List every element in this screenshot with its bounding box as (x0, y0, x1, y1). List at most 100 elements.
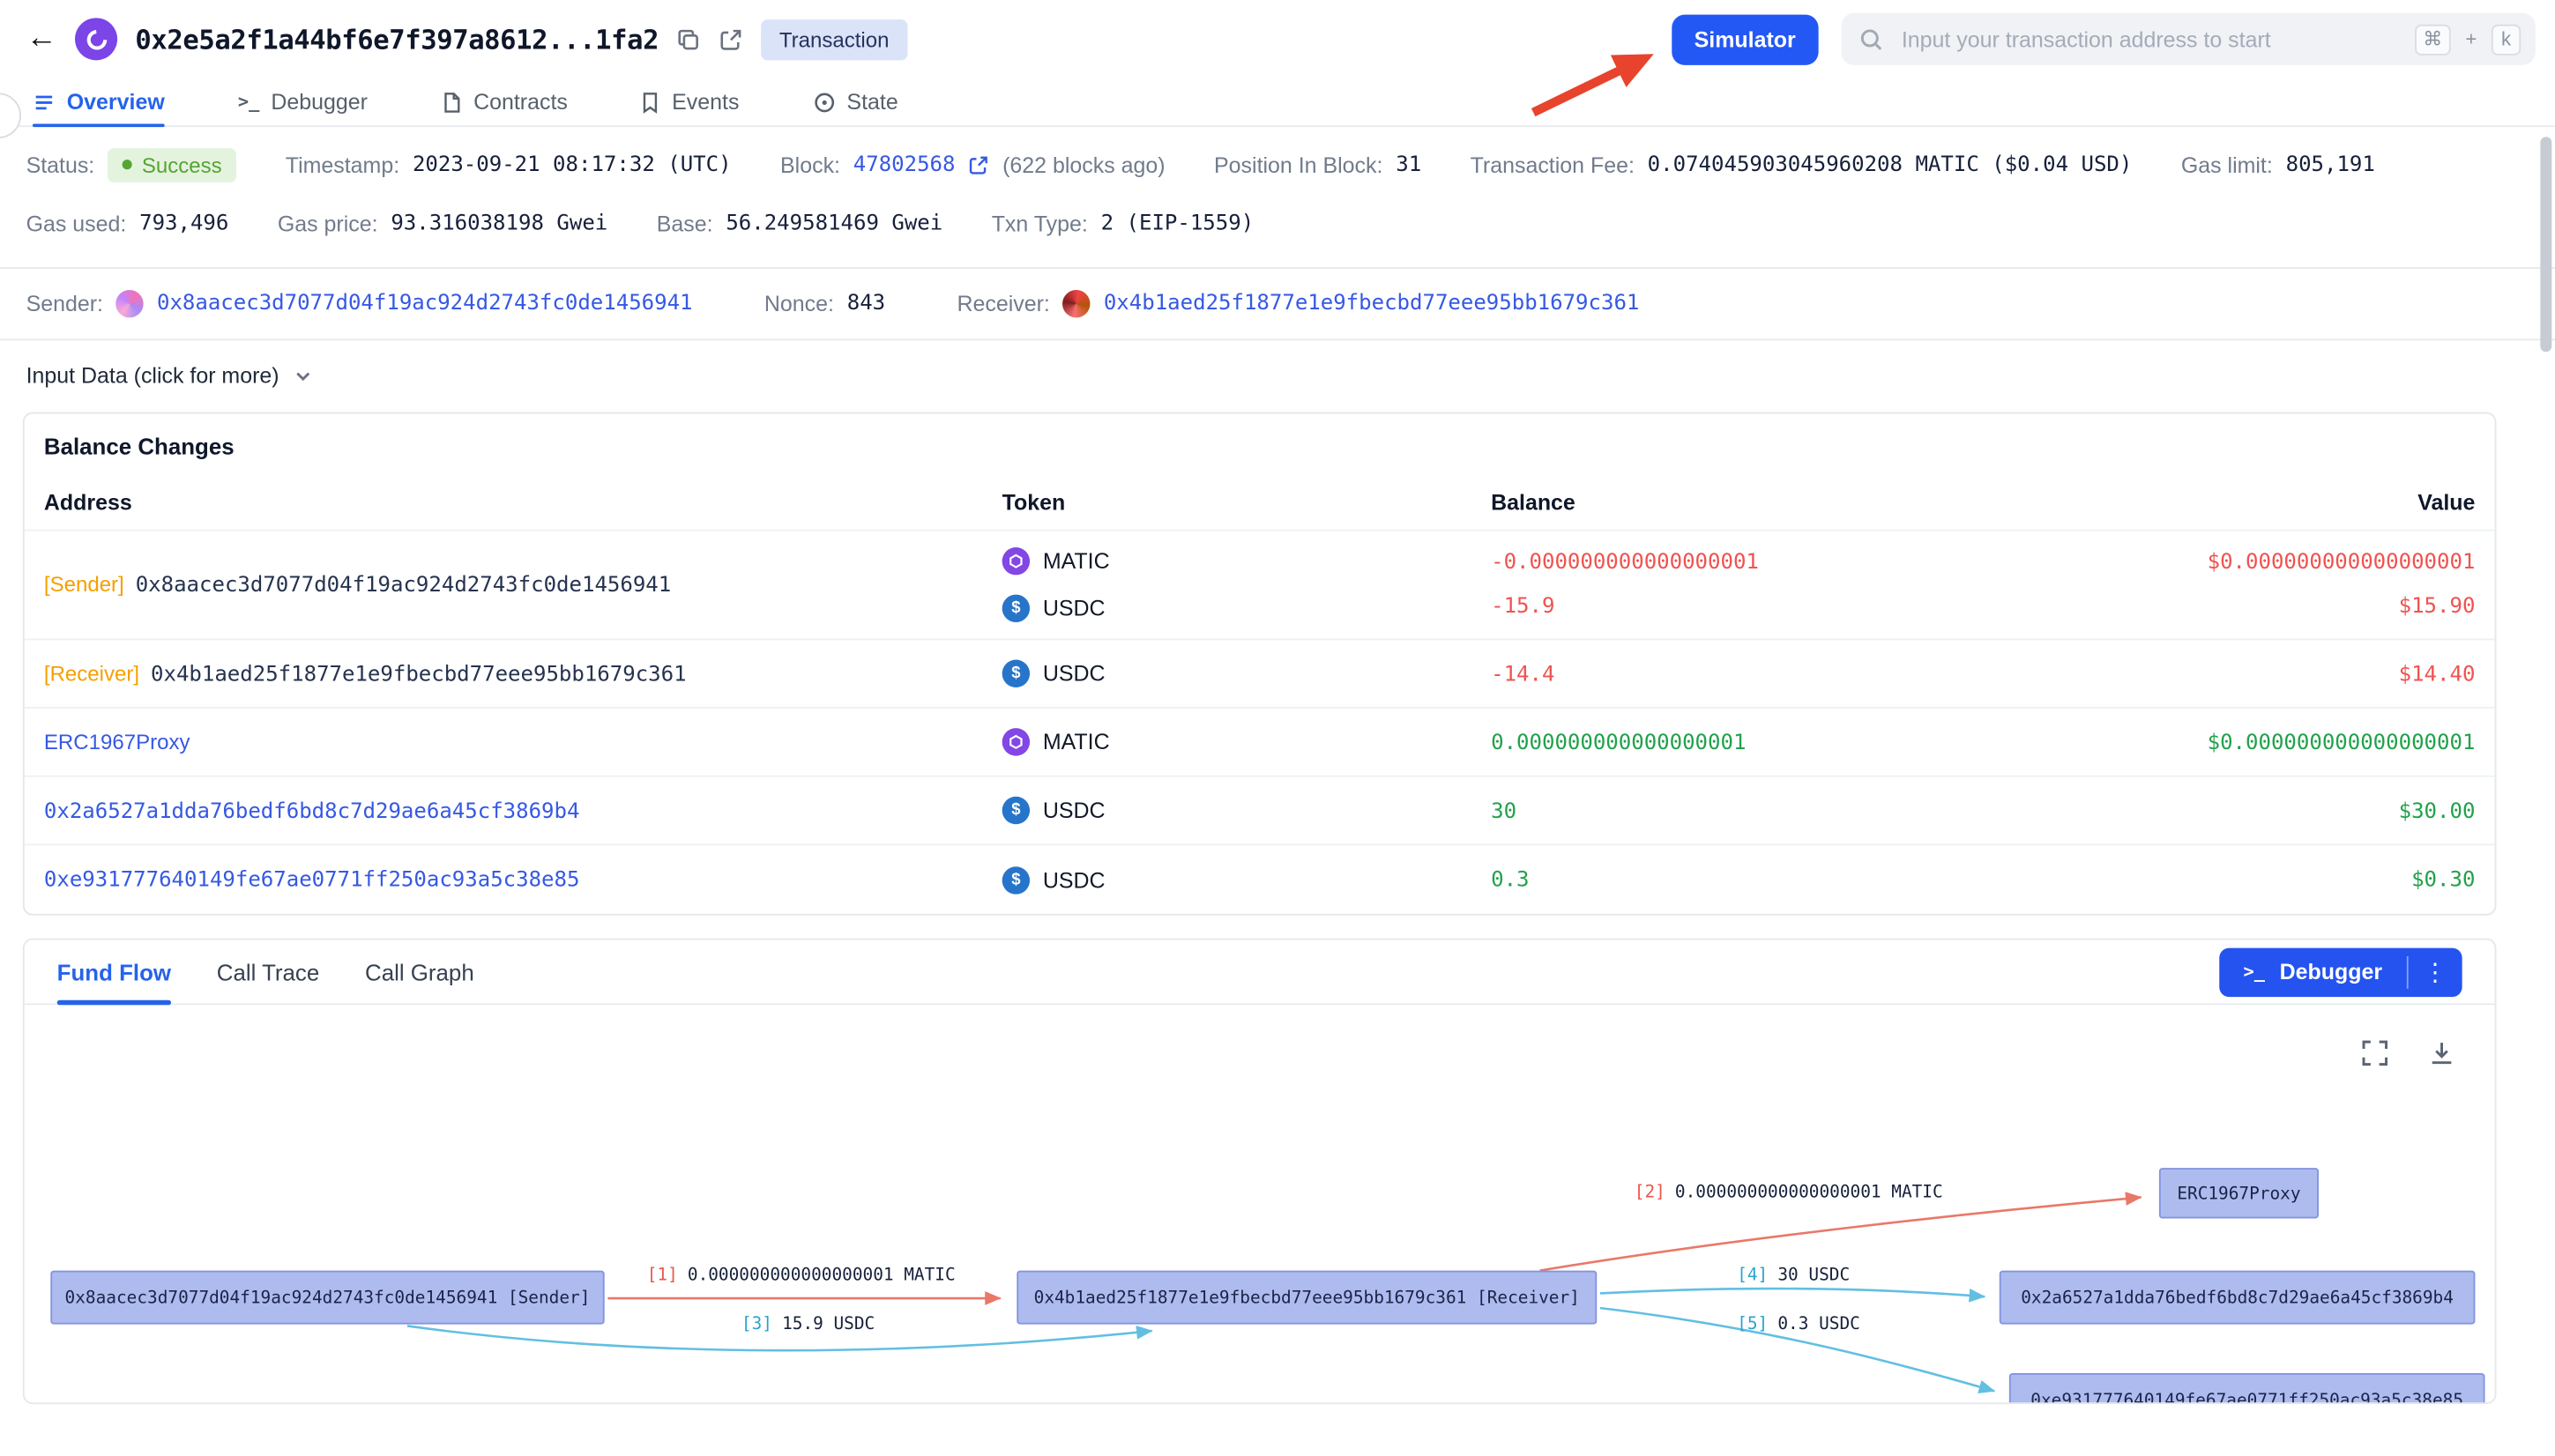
copy-icon[interactable] (676, 26, 701, 51)
fund-flow-graph[interactable]: 0x8aacec3d7077d04f19ac924d2743fc0de14569… (25, 1005, 2495, 1402)
address-link[interactable]: 0xe931777640149fe67ae0771ff250ac93a5c38e… (44, 868, 580, 893)
state-circle-icon (813, 91, 836, 114)
balance-changes-card: Balance Changes Address Token Balance Va… (23, 412, 2497, 916)
txn-type-value: 2 (EIP-1559) (1101, 211, 1255, 235)
input-data-toggle[interactable]: Input Data (click for more) (0, 340, 2555, 412)
tab-state[interactable]: State (813, 78, 898, 126)
matic-token-icon (1002, 547, 1030, 575)
sender-receiver-row: Sender: 0x8aacec3d7077d04f19ac924d2743fc… (0, 269, 2555, 340)
usd-value: $30.00 (2399, 799, 2476, 824)
token-name: USDC (1043, 867, 1106, 892)
sender-address-link[interactable]: 0x8aacec3d7077d04f19ac924d2743fc0de14569… (157, 292, 693, 316)
block-number-link[interactable]: 47802568 (853, 152, 956, 177)
usd-value: $0.30 (2411, 868, 2475, 893)
token-name: USDC (1043, 661, 1106, 686)
col-header-address: Address (44, 490, 1002, 515)
usd-value: $14.40 (2399, 662, 2476, 687)
table-row: [Sender] 0x8aacec3d7077d04f19ac924d2743fc… (25, 531, 2495, 641)
position-value: 31 (1396, 152, 1421, 177)
graph-node-erc1967proxy[interactable]: ERC1967Proxy (2159, 1168, 2319, 1218)
table-row: 0xe931777640149fe67ae0771ff250ac93a5c38e… (25, 845, 2495, 914)
search-bar[interactable]: ⌘ + k (1841, 13, 2535, 65)
overview-icon (33, 91, 56, 114)
balance-change: 0.000000000000000001 (1491, 731, 1746, 755)
token-name: MATIC (1043, 730, 1110, 754)
contract-name-link[interactable]: ERC1967Proxy (44, 730, 190, 754)
balance-changes-header-row: Address Token Balance Value (25, 476, 2495, 531)
block-label: Block: (780, 152, 840, 177)
token-name: USDC (1043, 799, 1106, 823)
usd-value: $15.90 (1980, 595, 2476, 620)
tab-overview-label: Overview (67, 90, 165, 115)
base-fee-value: 56.249581469 Gwei (726, 211, 942, 235)
table-row: [Receiver] 0x4b1aed25f1877e1e9fbecbd77eee… (25, 640, 2495, 709)
tab-events[interactable]: Events (641, 78, 739, 126)
back-icon[interactable]: ← (26, 21, 57, 57)
transaction-type-badge: Transaction (762, 19, 907, 59)
kebab-menu-icon[interactable]: ⋮ (2409, 947, 2462, 996)
fee-label: Transaction Fee: (1471, 152, 1635, 177)
balance-change: -15.9 (1491, 595, 1979, 620)
debugger-split-button[interactable]: >_Debugger ⋮ (2219, 947, 2462, 996)
usdc-token-icon: $ (1002, 797, 1030, 824)
graph-node-0x2a6527[interactable]: 0x2a6527a1dda76bedf6bd8c7d29ae6a45cf3869… (2000, 1271, 2476, 1325)
search-input[interactable] (1898, 26, 2400, 53)
gas-price-value: 93.316038198 Gwei (391, 211, 607, 235)
gas-price-label: Gas price: (278, 211, 378, 235)
terminal-icon: >_ (2243, 961, 2264, 982)
address-role-tag: [Receiver] (44, 660, 139, 685)
simulator-button[interactable]: Simulator (1672, 14, 1819, 64)
address-role-tag: [Sender] (44, 572, 124, 597)
gas-limit-value: 805,191 (2286, 152, 2375, 177)
graph-node-sender[interactable]: 0x8aacec3d7077d04f19ac924d2743fc0de14569… (50, 1271, 604, 1325)
balance-change: -14.4 (1491, 662, 1554, 687)
tab-contracts[interactable]: Contracts (441, 78, 568, 126)
receiver-address-link[interactable]: 0x4b1aed25f1877e1e9fbecbd77eee95bb1679c3… (1104, 292, 1640, 316)
external-link-icon[interactable] (719, 26, 743, 51)
fund-flow-card: Fund Flow Call Trace Call Graph >_Debugg… (23, 939, 2497, 1405)
address-text[interactable]: 0x8aacec3d7077d04f19ac924d2743fc0de14569… (136, 574, 672, 598)
app-logo (75, 18, 117, 60)
address-text[interactable]: 0x4b1aed25f1877e1e9fbecbd77eee95bb1679c3… (151, 662, 687, 687)
graph-node-receiver[interactable]: 0x4b1aed25f1877e1e9fbecbd77eee95bb1679c3… (1017, 1271, 1597, 1325)
edge-label-1: [1]0.000000000000000001 MATIC (647, 1266, 956, 1285)
status-badge: Success (108, 147, 236, 182)
download-icon[interactable] (2428, 1039, 2455, 1066)
table-row: 0x2a6527a1dda76bedf6bd8c7d29ae6a45cf3869… (25, 777, 2495, 846)
edge-label-4: [4]30 USDC (1737, 1266, 1850, 1285)
shortcut-cmd-key: ⌘ (2415, 24, 2451, 55)
tab-overview[interactable]: Overview (33, 78, 165, 126)
terminal-icon: >_ (238, 91, 259, 112)
address-link[interactable]: 0x2a6527a1dda76bedf6bd8c7d29ae6a45cf3869… (44, 799, 580, 824)
balance-changes-title: Balance Changes (25, 413, 2495, 475)
edge-2-matic-transfer (1540, 1197, 2142, 1270)
tab-call-trace[interactable]: Call Trace (217, 940, 319, 1003)
fee-value: 0.074045903045960208 MATIC ($0.04 USD) (1648, 152, 2133, 177)
fullscreen-icon[interactable] (2361, 1039, 2388, 1066)
position-label: Position In Block: (1214, 152, 1382, 177)
status-value: Success (142, 152, 222, 177)
bookmark-icon (641, 91, 660, 114)
graph-node-0xe93177[interactable]: 0xe931777640149fe67ae0771ff250ac93a5c38e… (2009, 1373, 2485, 1402)
receiver-avatar (1063, 290, 1091, 317)
timestamp-label: Timestamp: (286, 152, 399, 177)
timestamp-value: 2023-09-21 08:17:32 (UTC) (413, 152, 732, 177)
balance-change: -0.000000000000000001 (1491, 551, 1979, 576)
col-header-token: Token (1002, 490, 1491, 515)
nonce-label: Nonce: (764, 292, 834, 316)
usd-value: $0.000000000000000001 (1980, 551, 2476, 576)
gas-used-value: 793,496 (139, 211, 228, 235)
transaction-details: Status: Success Timestamp: 2023-09-21 08… (0, 127, 2555, 269)
tab-call-graph[interactable]: Call Graph (365, 940, 474, 1003)
status-dot (123, 160, 132, 169)
contract-file-icon (441, 91, 462, 114)
fund-flow-tab-bar: Fund Flow Call Trace Call Graph >_Debugg… (25, 940, 2495, 1005)
vertical-scrollbar[interactable] (2540, 137, 2551, 352)
search-icon (1859, 26, 1884, 51)
tab-events-label: Events (672, 90, 739, 115)
usdc-token-icon: $ (1002, 865, 1030, 893)
block-external-link-icon[interactable] (968, 154, 989, 175)
tab-debugger[interactable]: >_ Debugger (238, 78, 368, 126)
tab-fund-flow[interactable]: Fund Flow (57, 940, 171, 1003)
usdc-token-icon: $ (1002, 595, 1030, 622)
